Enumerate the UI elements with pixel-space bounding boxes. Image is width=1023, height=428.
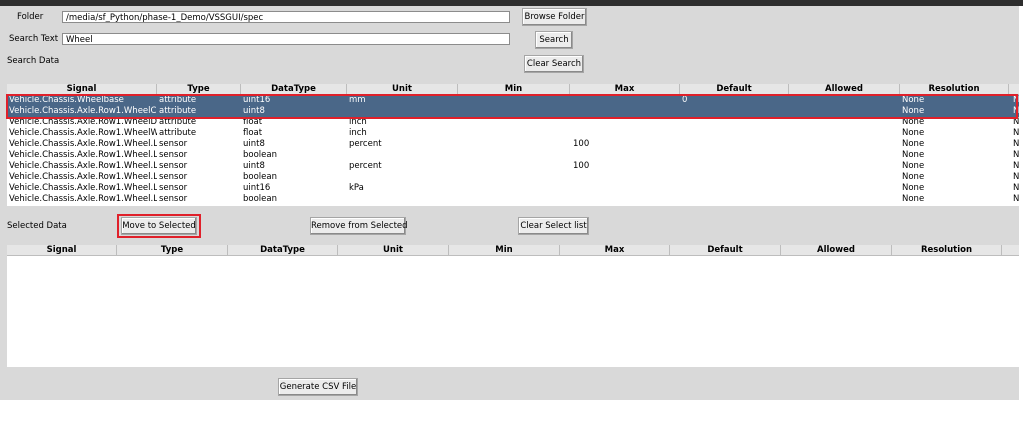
cell-unit: percent xyxy=(349,161,382,171)
column-header-datatype[interactable]: DataType xyxy=(228,245,338,255)
table-row[interactable]: Vehicle.Chassis.Axle.Row1.WheelWidthattr… xyxy=(7,128,1019,139)
clear-select-list-button[interactable]: Clear Select list xyxy=(518,217,589,235)
search-data-label: Search Data xyxy=(7,56,60,66)
selected-data-table[interactable]: Signal Type DataType Unit Min Max Default Allow… xyxy=(7,245,1019,367)
remove-from-selected-button[interactable]: Remove from Selected xyxy=(310,217,408,235)
generate-csv-button[interactable]: Generate CSV File xyxy=(278,378,358,396)
column-header-unit[interactable]: Unit xyxy=(347,84,458,94)
cell-signal: Vehicle.Chassis.Axle.Row1.Wheel.Left.Tir… xyxy=(9,194,157,204)
column-header-min[interactable]: Min xyxy=(449,245,560,255)
cell-signal: Vehicle.Chassis.Axle.Row1.Wheel.Left.Bra… xyxy=(9,139,157,149)
cell-signal: Vehicle.Chassis.Axle.Row1.Wheel.Left.Bra… xyxy=(9,161,157,171)
cell-resolution: None xyxy=(902,128,925,138)
cell-type: sensor xyxy=(159,139,188,149)
cell-type: sensor xyxy=(159,183,188,193)
search-text-label: Search Text xyxy=(9,34,59,44)
column-header-min[interactable]: Min xyxy=(458,84,570,94)
cell-datatype: uint8 xyxy=(243,139,265,149)
column-header-default[interactable]: Default xyxy=(670,245,781,255)
cell-unit: kPa xyxy=(349,183,364,193)
app-window: Folder /media/sf_Python/phase-1_Demo/VSS… xyxy=(0,6,1019,400)
cell-max: 100 xyxy=(573,161,590,171)
column-header-allowed[interactable]: Allowed xyxy=(789,84,900,94)
table-row[interactable]: Vehicle.Chassis.Axle.Row1.Wheel.Left.Bra… xyxy=(7,150,1019,161)
cell-resolution: None xyxy=(902,183,925,193)
cell-type: sensor xyxy=(159,172,188,182)
folder-label: Folder xyxy=(17,12,44,22)
column-header-type[interactable]: Type xyxy=(157,84,241,94)
selected-data-label: Selected Data xyxy=(7,221,67,231)
clear-search-button[interactable]: Clear Search xyxy=(524,55,584,73)
table-row[interactable]: Vehicle.Chassis.Axle.Row1.Wheel.Left.Bra… xyxy=(7,172,1019,183)
table-row[interactable]: Vehicle.Chassis.Axle.Row1.Wheel.Left.Tir… xyxy=(7,183,1019,194)
cell-resolution: None xyxy=(902,161,925,171)
column-header-max[interactable]: Max xyxy=(560,245,670,255)
window-edge xyxy=(1019,6,1023,400)
cell-datatype: float xyxy=(243,128,263,138)
search-button[interactable]: Search xyxy=(535,31,573,49)
column-header-signal[interactable]: Signal xyxy=(7,245,117,255)
cell-type: sensor xyxy=(159,150,188,160)
table-row[interactable]: Vehicle.Chassis.Axle.Row1.Wheel.Left.Bra… xyxy=(7,139,1019,150)
cell-resolution: None xyxy=(902,150,925,160)
cell-resolution: None xyxy=(902,194,925,204)
table-row[interactable]: Vehicle.Chassis.Axle.Row1.Wheel.Left.Tir… xyxy=(7,194,1019,205)
column-header-resolution[interactable]: Resolution xyxy=(900,84,1009,94)
cell-signal: Vehicle.Chassis.Axle.Row1.Wheel.Left.Tir… xyxy=(9,183,157,193)
column-header-unit[interactable]: Unit xyxy=(338,245,449,255)
column-header-allowed[interactable]: Allowed xyxy=(781,245,892,255)
cell-unit: inch xyxy=(349,128,367,138)
cell-resolution: None xyxy=(902,139,925,149)
cell-datatype: uint8 xyxy=(243,161,265,171)
cell-datatype: boolean xyxy=(243,172,277,182)
browse-folder-button[interactable]: Browse Folder xyxy=(522,8,587,26)
highlight-box-selected-rows xyxy=(6,94,1018,119)
search-input[interactable]: Wheel xyxy=(62,33,510,45)
column-header-resolution[interactable]: Resolution xyxy=(892,245,1002,255)
cell-datatype: boolean xyxy=(243,150,277,160)
highlight-box-move-button xyxy=(117,214,201,238)
column-header-type[interactable]: Type xyxy=(117,245,228,255)
cell-resolution: None xyxy=(902,172,925,182)
cell-type: attribute xyxy=(159,128,197,138)
column-header-datatype[interactable]: DataType xyxy=(241,84,347,94)
column-header-signal[interactable]: Signal xyxy=(7,84,157,94)
cell-type: sensor xyxy=(159,161,188,171)
column-header-default[interactable]: Default xyxy=(680,84,789,94)
table-header: Signal Type DataType Unit Min Max Default Allow… xyxy=(7,245,1019,256)
table-row[interactable]: Vehicle.Chassis.Axle.Row1.Wheel.Left.Bra… xyxy=(7,161,1019,172)
column-header-max[interactable]: Max xyxy=(570,84,680,94)
cell-datatype: boolean xyxy=(243,194,277,204)
cell-datatype: uint16 xyxy=(243,183,271,193)
cell-type: sensor xyxy=(159,194,188,204)
cell-signal: Vehicle.Chassis.Axle.Row1.Wheel.Left.Bra… xyxy=(9,172,157,182)
cell-unit: percent xyxy=(349,139,382,149)
folder-input[interactable]: /media/sf_Python/phase-1_Demo/VSSGUI/spe… xyxy=(62,11,510,23)
cell-max: 100 xyxy=(573,139,590,149)
cell-signal: Vehicle.Chassis.Axle.Row1.Wheel.Left.Bra… xyxy=(9,150,157,160)
cell-signal: Vehicle.Chassis.Axle.Row1.WheelWidth xyxy=(9,128,157,138)
